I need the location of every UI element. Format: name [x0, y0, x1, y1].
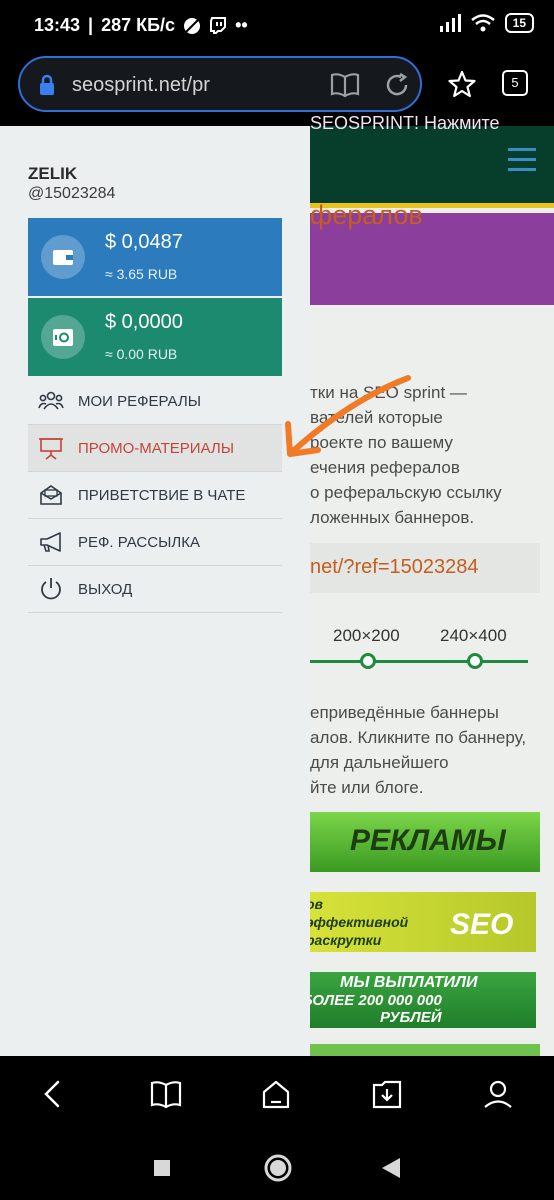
- menu-item-label: ПРОМО-МАТЕРИАЛЫ: [78, 440, 235, 457]
- users-icon: [38, 391, 64, 410]
- status-speed: 287 КБ/с: [101, 15, 176, 35]
- ad-banner-text: БОЛЕЕ 200 000 000: [302, 992, 442, 1009]
- intro-line: о реферальскую ссылку: [310, 483, 502, 502]
- status-divider: |: [88, 15, 94, 35]
- banner-size-option[interactable]: 200×200: [333, 626, 400, 646]
- banners-line: для дальнейшего: [310, 753, 449, 772]
- side-drawer: ZELIK @15023284 $ 0,0487 ≈ 3.65 RUB $ 0,…: [0, 126, 310, 1056]
- status-left: 13:43 | 287 КБ/с ••: [34, 15, 248, 36]
- menu-item-label: РЕФ. РАССЫЛКА: [78, 534, 200, 551]
- browser-bottom-bar: [0, 1056, 554, 1136]
- mail-icon: [40, 485, 62, 505]
- ad-banner-text: раскрутки: [306, 932, 382, 948]
- megaphone-icon: [40, 532, 61, 552]
- ad-banner-text: РЕКЛАМЫ: [350, 824, 506, 857]
- annotation-arrow-icon: [285, 375, 411, 457]
- presentation-icon: [39, 438, 63, 460]
- signal-icon: [439, 14, 461, 32]
- menu-item-ref-mailing[interactable]: РЕФ. РАССЫЛКА: [28, 519, 282, 566]
- user-name: ZELIK: [28, 164, 78, 183]
- drawer-menu: МОИ РЕФЕРАЛЫ ПРОМО-МАТЕРИАЛЫ ПРИВЕТСТВИЕ…: [28, 378, 282, 613]
- wifi-icon: [470, 14, 495, 32]
- reader-mode-icon[interactable]: [330, 72, 360, 98]
- status-time: 13:43: [34, 15, 81, 35]
- menu-item-promo-materials[interactable]: ПРОМО-МАТЕРИАЛЫ: [28, 425, 282, 472]
- tabs-button[interactable]: 5: [502, 70, 528, 96]
- home-circle-icon[interactable]: [263, 1153, 293, 1183]
- ad-banner[interactable]: [300, 1044, 540, 1056]
- banner-size-option[interactable]: 240×400: [440, 626, 507, 646]
- ad-banner[interactable]: ов эффективной раскрутки SEO: [300, 892, 536, 952]
- banners-line: алов. Кликните по баннеру,: [310, 728, 527, 747]
- no-disturb-icon: [184, 17, 201, 34]
- bookmark-star-icon[interactable]: [448, 70, 476, 98]
- ad-banner[interactable]: МЫ ВЫПЛАТИЛИ БОЛЕЕ 200 000 000 РУБЛЕЙ: [300, 972, 536, 1028]
- screen: 13:43 | 287 КБ/с •• 15 seosprint.net/pr …: [0, 0, 554, 1200]
- banners-line: йте или блоге.: [310, 778, 424, 797]
- ad-banner-text: эффективной: [306, 914, 409, 930]
- ad-banner[interactable]: РЕКЛАМЫ: [300, 812, 540, 872]
- size-slider-dot[interactable]: [467, 653, 483, 669]
- safe-icon: [41, 315, 85, 359]
- reload-icon[interactable]: [384, 72, 410, 98]
- menu-item-label: ВЫХОД: [78, 581, 133, 598]
- profile-icon[interactable]: [480, 1076, 516, 1112]
- ad-banner-text: МЫ ВЫПЛАТИЛИ: [340, 974, 478, 991]
- user-id: @15023284: [28, 185, 116, 202]
- more-notifications-icon: ••: [235, 15, 248, 35]
- power-icon: [41, 578, 61, 600]
- home-icon[interactable]: [258, 1076, 294, 1112]
- menu-item-chat-greeting[interactable]: ПРИВЕТСТВИЕ В ЧАТЕ: [28, 472, 282, 519]
- twitch-icon: [210, 16, 227, 34]
- hamburger-menu-icon[interactable]: [508, 148, 536, 172]
- size-slider-dot[interactable]: [360, 653, 376, 669]
- page-heading: фералов: [310, 200, 423, 230]
- banners-line: еприведённые баннеры: [310, 703, 499, 722]
- bookmarks-icon[interactable]: [148, 1076, 184, 1112]
- back-icon[interactable]: [36, 1076, 72, 1112]
- balance-amount: $ 0,0487: [105, 231, 183, 253]
- size-slider-track: [300, 660, 528, 663]
- balance-rub: ≈ 3.65 RUB: [105, 266, 178, 282]
- ad-banner-text: РУБЛЕЙ: [380, 1009, 442, 1026]
- menu-item-my-referrals[interactable]: МОИ РЕФЕРАЛЫ: [28, 378, 282, 425]
- system-back-icon[interactable]: [380, 1156, 402, 1180]
- recents-icon[interactable]: [152, 1158, 172, 1178]
- balance-card-ad[interactable]: $ 0,0000 ≈ 0.00 RUB: [28, 298, 282, 376]
- system-nav-bar: [0, 1136, 554, 1200]
- intro-line: ложенных баннеров.: [310, 508, 475, 527]
- menu-item-logout[interactable]: ВЫХОД: [28, 566, 282, 613]
- balance-rub: ≈ 0.00 RUB: [105, 346, 178, 362]
- status-bar: 13:43 | 287 КБ/с •• 15: [0, 0, 554, 50]
- ref-link-text: net/?ref=15023284: [310, 556, 479, 578]
- menu-item-label: ПРИВЕТСТВИЕ В ЧАТЕ: [78, 487, 246, 504]
- menu-item-label: МОИ РЕФЕРАЛЫ: [78, 393, 201, 410]
- battery-icon: 15: [504, 13, 534, 33]
- downloads-icon[interactable]: [369, 1076, 405, 1112]
- url-text: seosprint.net/pr: [72, 74, 210, 96]
- balance-card-main[interactable]: $ 0,0487 ≈ 3.65 RUB: [28, 218, 282, 296]
- welcome-banner-text: SEOSPRINT! Нажмите: [310, 113, 500, 133]
- status-right: 15: [439, 13, 534, 33]
- wallet-icon: [41, 235, 85, 279]
- balance-amount: $ 0,0000: [105, 311, 183, 333]
- lock-icon: [40, 74, 54, 95]
- address-bar[interactable]: seosprint.net/pr: [18, 56, 422, 112]
- ad-banner-text: SEO: [450, 908, 514, 941]
